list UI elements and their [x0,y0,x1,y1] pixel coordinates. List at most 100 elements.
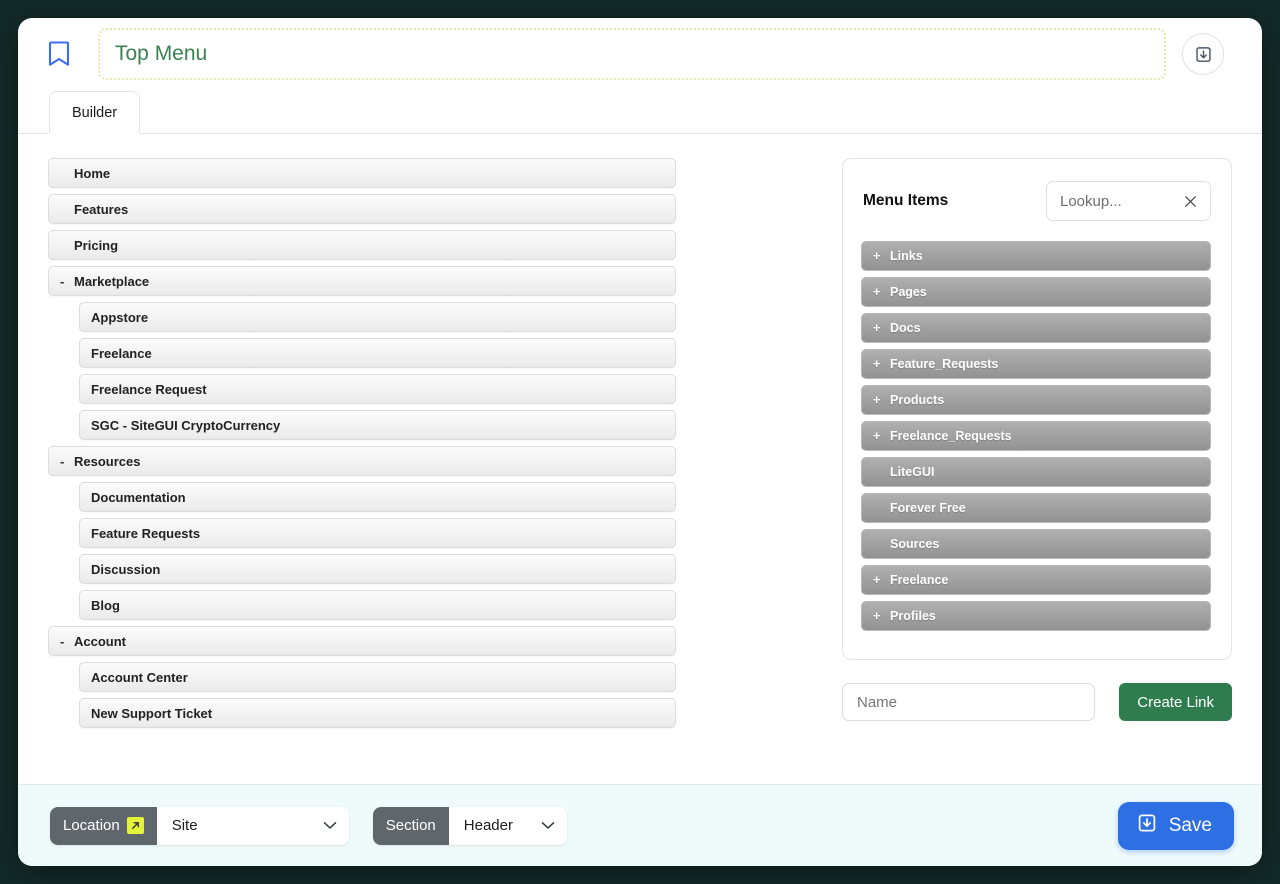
section-selector: Section Header [372,806,567,845]
menu-tree-item[interactable]: Appstore [79,302,676,332]
menu-tree-item-label: Account [74,633,126,649]
menu-tree-item[interactable]: - Resources [48,446,676,476]
location-selector: Location Site [50,806,349,845]
menu-item-entry[interactable]: + Freelance [861,565,1211,595]
bookmark-icon[interactable] [44,37,74,71]
menu-item-entry[interactable]: Forever Free [861,493,1211,523]
menu-tree-item[interactable]: Features [48,194,676,224]
header-save-button[interactable] [1182,33,1224,75]
location-label-text: Location [63,817,120,834]
expand-plus-icon[interactable]: + [873,249,890,263]
menu-item-entry[interactable]: + Docs [861,313,1211,343]
menu-tree-item[interactable]: - Account [48,626,676,656]
menu-tree-item-label: Blog [91,597,120,613]
tab-bar: Builder [18,90,1262,134]
app-header: Top Menu [18,18,1262,90]
menu-tree-item-label: Marketplace [74,273,150,289]
menu-tree-item[interactable]: Freelance Request [79,374,676,404]
save-button[interactable]: Save [1117,801,1234,850]
section-value: Header [463,817,513,834]
menu-tree-item-label: Freelance Request [91,381,207,397]
menu-item-label: Freelance_Requests [890,429,1012,443]
menu-item-entry[interactable]: + Products [861,385,1211,415]
tab-builder[interactable]: Builder [49,91,141,134]
menu-item-entry[interactable]: Sources [861,529,1211,559]
expand-plus-icon[interactable]: + [873,357,890,371]
menu-item-label: LiteGUI [890,465,935,479]
layout-spacer [676,158,842,784]
expand-plus-icon[interactable]: + [873,609,890,623]
menu-items-panel: Menu Items Lookup... + Links + Pages + Docs + F… [842,158,1232,660]
menu-item-entry[interactable]: + Pages [861,277,1211,307]
expand-plus-icon[interactable]: + [873,393,890,407]
menu-items-list: + Links + Pages + Docs + Feature_Requests + Produ… [861,241,1211,631]
menu-item-label: Feature_Requests [890,357,999,371]
menu-items-header: Menu Items Lookup... [861,181,1211,221]
menu-tree-item[interactable]: SGC - SiteGUI CryptoCurrency [79,410,676,440]
menu-tree-item[interactable]: Documentation [79,482,676,512]
collapse-toggle[interactable]: - [60,454,74,469]
menu-tree-item-label: Feature Requests [91,525,201,541]
section-dropdown[interactable]: Header [448,806,567,845]
menu-tree-list: Home Features Pricing - Marketplace Appstore F… [48,158,676,784]
menu-item-entry[interactable]: LiteGUI [861,457,1211,487]
save-button-label: Save [1168,814,1212,836]
menu-item-entry[interactable]: + Links [861,241,1211,271]
expand-plus-icon[interactable]: + [873,429,890,443]
menu-tree-item[interactable]: Feature Requests [79,518,676,548]
tab-builder-label: Builder [72,104,118,121]
menu-tree-item-label: New Support Ticket [91,705,213,721]
close-icon[interactable] [1183,194,1198,209]
menu-item-label: Links [890,249,923,263]
section-label-text: Section [385,817,436,834]
menu-title-field[interactable]: Top Menu [98,28,1166,80]
create-link-row: Create Link [842,683,1232,721]
menu-item-entry[interactable]: + Feature_Requests [861,349,1211,379]
menu-items-title: Menu Items [863,192,949,209]
save-box-icon [1136,812,1158,840]
menu-tree-item[interactable]: Discussion [79,554,676,584]
expand-plus-icon[interactable]: + [873,321,890,335]
menu-item-label: Products [890,393,945,407]
expand-plus-icon[interactable]: + [873,573,890,587]
chevron-down-icon [323,817,337,834]
menu-item-label: Docs [890,321,921,335]
menu-tree-item[interactable]: - Marketplace [48,266,676,296]
external-link-icon[interactable] [126,817,144,834]
collapse-toggle[interactable]: - [60,634,74,649]
menu-tree-item[interactable]: Blog [79,590,676,620]
expand-plus-icon[interactable]: + [873,285,890,299]
menu-tree-item[interactable]: Freelance [79,338,676,368]
location-value: Site [171,817,198,834]
menu-tree-item-label: Home [74,165,111,181]
create-link-button[interactable]: Create Link [1119,683,1232,721]
menu-tree-item[interactable]: Pricing [48,230,676,260]
menu-tree-item-label: Freelance [91,345,152,361]
menu-tree-item-label: Account Center [91,669,188,685]
section-label: Section [372,806,449,845]
menu-tree-item-label: Pricing [74,237,119,253]
menu-tree-item-label: Features [74,201,129,217]
menu-tree-item[interactable]: Home [48,158,676,188]
lookup-field[interactable]: Lookup... [1046,181,1211,221]
name-input[interactable] [842,683,1096,721]
menu-item-label: Pages [890,285,927,299]
menu-item-label: Freelance [890,573,949,587]
builder-body: Home Features Pricing - Marketplace Appstore F… [18,134,1262,784]
menu-tree-item-label: Discussion [91,561,161,577]
location-dropdown[interactable]: Site [156,806,349,845]
menu-tree-item-label: SGC - SiteGUI CryptoCurrency [91,417,281,433]
menu-tree-item[interactable]: Account Center [79,662,676,692]
menu-item-label: Sources [890,537,940,551]
menu-item-label: Forever Free [890,501,966,515]
collapse-toggle[interactable]: - [60,274,74,289]
menu-item-entry[interactable]: + Profiles [861,601,1211,631]
chevron-down-icon [541,817,555,834]
location-label: Location [50,806,157,845]
menu-tree-item[interactable]: New Support Ticket [79,698,676,728]
menu-tree-item-label: Documentation [91,489,186,505]
lookup-placeholder: Lookup... [1060,192,1122,210]
page-title: Top Menu [115,42,208,65]
menu-item-entry[interactable]: + Freelance_Requests [861,421,1211,451]
menu-tree-item-label: Resources [74,453,141,469]
